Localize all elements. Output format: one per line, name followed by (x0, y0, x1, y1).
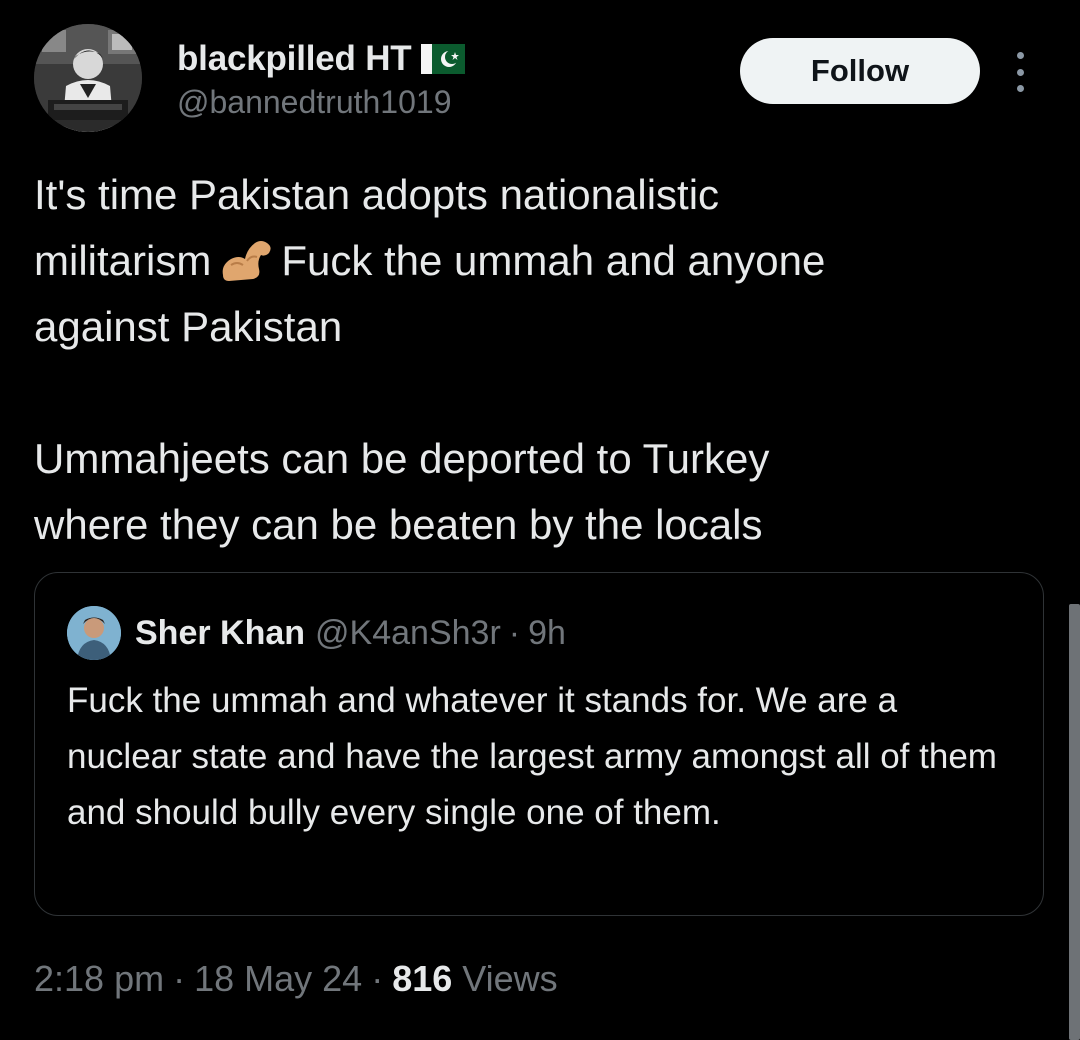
author-handle[interactable]: @bannedtruth1019 (177, 84, 465, 121)
tweet-line: Ummahjeets can be deported to Turkey (34, 435, 770, 482)
flexed-biceps-emoji-icon (217, 235, 277, 283)
author-display-name[interactable]: blackpilled HT (177, 39, 412, 79)
tweet-meta: 2:18 pm · 18 May 24 · 816 Views (34, 958, 558, 1000)
tweet-text-segment: militarism (34, 237, 212, 284)
quoted-tweet-time[interactable]: 9h (528, 614, 566, 653)
quoted-author-avatar[interactable] (67, 606, 121, 660)
quoted-tweet-card[interactable]: Sher Khan @K4anSh3r · 9h Fuck the ummah … (34, 572, 1044, 916)
vertical-ellipsis-icon[interactable] (1008, 52, 1032, 92)
separator-dot: · (173, 958, 186, 999)
display-name-row: blackpilled HT (177, 36, 466, 82)
tweet-line: It's time Pakistan adopts nationalistic (34, 171, 720, 218)
separator-dot: · (371, 958, 384, 999)
tweet-line: militarism Fuck the ummah and anyone (34, 228, 1034, 294)
views-count: 816 (392, 958, 453, 999)
author-avatar[interactable] (34, 24, 142, 132)
views-label: Views (462, 958, 558, 999)
tweet-text-segment: Fuck the ummah and anyone (281, 237, 826, 284)
tweet-date[interactable]: 18 May 24 (194, 958, 362, 1000)
tweet-time[interactable]: 2:18 pm (34, 958, 164, 1000)
quoted-author-display-name[interactable]: Sher Khan (135, 614, 305, 653)
follow-button[interactable]: Follow (740, 38, 980, 104)
dot (1016, 52, 1024, 59)
quoted-author-handle[interactable]: @K4anSh3r (315, 614, 501, 653)
young-man-avatar (67, 606, 121, 660)
dot (1016, 68, 1024, 76)
vintage-man-at-typewriter-avatar (34, 24, 142, 132)
tweet-line: against Pakistan (34, 303, 343, 350)
quoted-tweet-text: Fuck the ummah and whatever it stands fo… (67, 681, 997, 832)
tweet-text: It's time Pakistan adopts nationalistic … (34, 162, 1034, 558)
scrollbar[interactable] (1069, 604, 1080, 1040)
tweet-line: where they can be beaten by the locals (34, 501, 763, 548)
tweet-header: blackpilled HT @bannedtruth1019 Follow (34, 24, 1054, 134)
pakistan-flag-icon (421, 44, 466, 74)
dot (1016, 85, 1024, 92)
separator-dot: · (508, 613, 521, 652)
quoted-tweet-header: Sher Khan @K4anSh3r · 9h (67, 606, 566, 660)
author-name-block: blackpilled HT @bannedtruth1019 (177, 36, 466, 121)
